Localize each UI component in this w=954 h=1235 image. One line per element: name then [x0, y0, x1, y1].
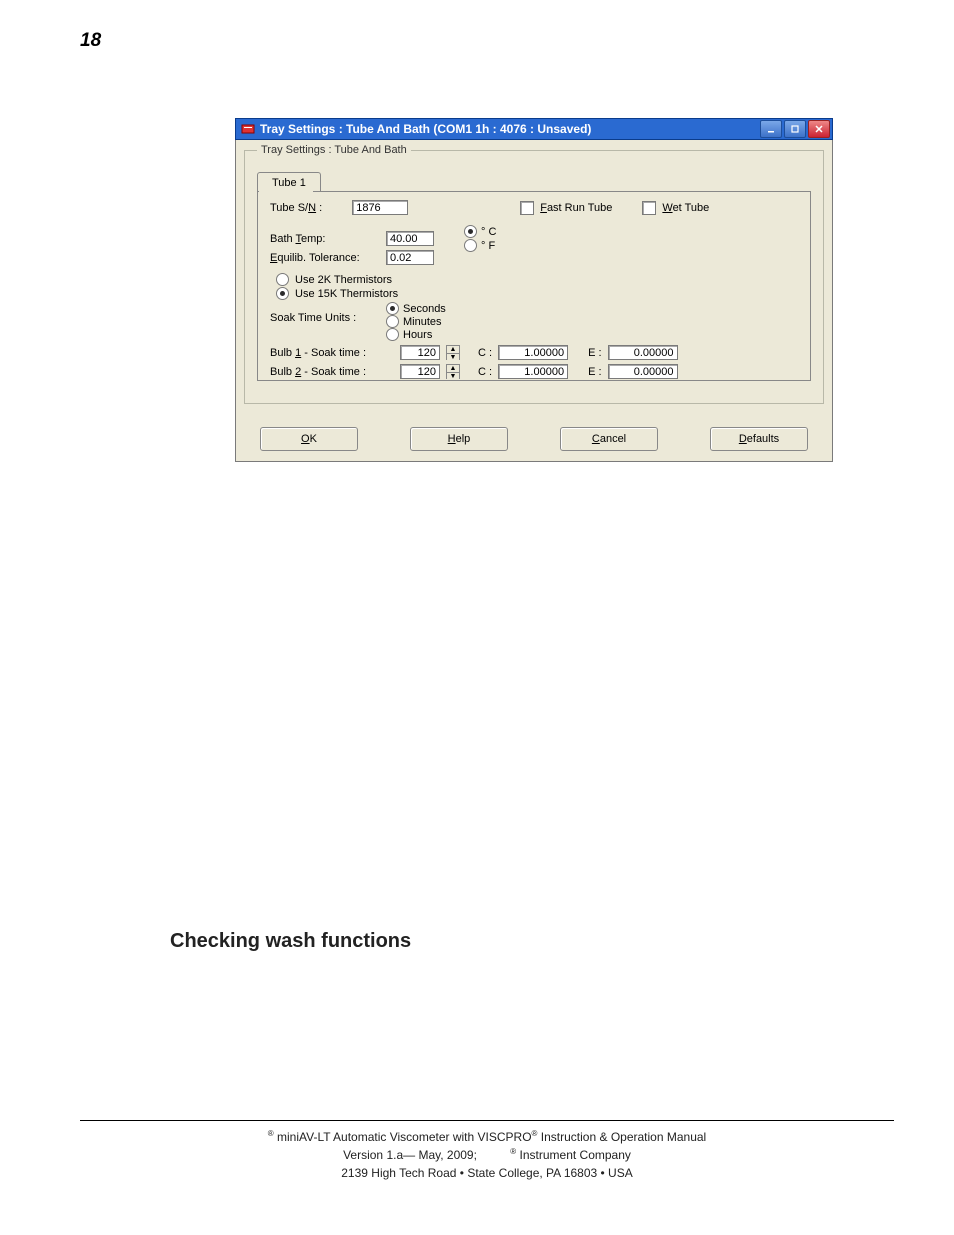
ok-button[interactable]: OK: [260, 427, 358, 451]
dialog-screenshot: Tray Settings : Tube And Bath (COM1 1h :…: [235, 118, 833, 462]
tab-panel: Tube S/N : 1876 Fast Run Tube Wet Tube: [257, 191, 811, 381]
bulb2-label: Bulb 2 - Soak time :: [270, 366, 394, 378]
therm-2k-label: Use 2K Thermistors: [295, 274, 392, 286]
therm-15k-label: Use 15K Thermistors: [295, 288, 398, 300]
bulb2-c-label: C :: [478, 366, 492, 378]
window-title: Tray Settings : Tube And Bath (COM1 1h :…: [260, 122, 760, 136]
bulb1-e-label: E :: [588, 347, 601, 359]
tray-settings-group: Tray Settings : Tube And Bath Tube 1 Tub…: [244, 144, 824, 404]
soak-seconds-label: Seconds: [403, 303, 446, 315]
group-legend: Tray Settings : Tube And Bath: [257, 144, 411, 156]
temp-unit-f-radio[interactable]: [464, 239, 477, 252]
temp-unit-f-label: ° F: [481, 240, 495, 252]
temp-unit-c-radio[interactable]: [464, 225, 477, 238]
bath-temp-label: Bath Temp:: [270, 233, 380, 245]
dialog-client-area: Tray Settings : Tube And Bath Tube 1 Tub…: [235, 140, 833, 462]
bulb1-label: Bulb 1 - Soak time :: [270, 347, 394, 359]
bulb2-e-input[interactable]: 0.00000: [608, 364, 678, 379]
fast-run-checkbox[interactable]: [520, 201, 534, 215]
close-button[interactable]: [808, 120, 830, 138]
tube-sn-label: Tube S/N :: [270, 202, 322, 214]
minimize-button[interactable]: [760, 120, 782, 138]
help-button[interactable]: Help: [410, 427, 508, 451]
soak-minutes-radio[interactable]: [386, 315, 399, 328]
bulb2-c-input[interactable]: 1.00000: [498, 364, 568, 379]
equilib-label: Equilib. Tolerance:: [270, 252, 380, 264]
maximize-button[interactable]: [784, 120, 806, 138]
bulb1-time-spinner[interactable]: ▲▼: [446, 345, 460, 360]
bulb1-c-input[interactable]: 1.00000: [498, 345, 568, 360]
tab-tube1[interactable]: Tube 1: [257, 172, 321, 193]
soak-seconds-radio[interactable]: [386, 302, 399, 315]
bulb1-c-label: C :: [478, 347, 492, 359]
soak-units-label: Soak Time Units :: [270, 302, 380, 324]
spin-down-icon: ▼: [447, 373, 459, 380]
cancel-button[interactable]: Cancel: [560, 427, 658, 451]
fast-run-label: Fast Run Tube: [540, 202, 612, 214]
section-heading: Checking wash functions: [170, 930, 411, 953]
page-footer: ® miniAV-LT Automatic Viscometer with VI…: [80, 1128, 894, 1182]
bulb2-time-spinner[interactable]: ▲▼: [446, 364, 460, 379]
wet-tube-label: Wet Tube: [662, 202, 709, 214]
app-icon: [240, 121, 256, 137]
temp-unit-c-label: ° C: [481, 226, 496, 238]
wet-tube-checkbox[interactable]: [642, 201, 656, 215]
bulb1-e-input[interactable]: 0.00000: [608, 345, 678, 360]
soak-minutes-label: Minutes: [403, 316, 442, 328]
equilib-input[interactable]: 0.02: [386, 250, 434, 265]
spin-up-icon: ▲: [447, 346, 459, 354]
soak-hours-radio[interactable]: [386, 328, 399, 341]
soak-hours-label: Hours: [403, 329, 432, 341]
spin-up-icon: ▲: [447, 365, 459, 373]
page-number: 18: [80, 30, 101, 52]
bulb1-time-input[interactable]: 120: [400, 345, 440, 360]
bulb2-time-input[interactable]: 120: [400, 364, 440, 379]
tube-sn-input[interactable]: 1876: [352, 200, 408, 215]
spin-down-icon: ▼: [447, 354, 459, 361]
therm-15k-radio[interactable]: [276, 287, 289, 300]
therm-2k-radio[interactable]: [276, 273, 289, 286]
bath-temp-input[interactable]: 40.00: [386, 231, 434, 246]
bulb2-e-label: E :: [588, 366, 601, 378]
footer-rule: [80, 1120, 894, 1121]
defaults-button[interactable]: Defaults: [710, 427, 808, 451]
window-titlebar: Tray Settings : Tube And Bath (COM1 1h :…: [235, 118, 833, 140]
